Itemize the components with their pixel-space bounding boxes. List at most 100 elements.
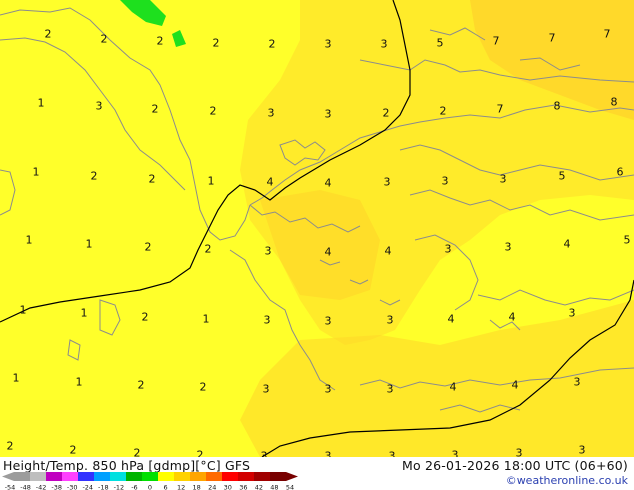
legend-tick-label: 30 [224,484,232,490]
value-label: 2 [137,378,145,392]
legend-tick-label: 0 [148,484,152,490]
value-label: 3 [386,382,394,396]
value-label: 2 [151,102,159,116]
value-label: 3 [383,175,391,189]
value-label: 3 [444,242,452,256]
value-label: 4 [384,244,392,258]
value-label: 3 [441,174,449,188]
value-label: 3 [499,172,507,186]
legend-tick-label: 24 [208,484,216,490]
value-label: 1 [85,237,93,251]
value-label: 4 [563,237,571,251]
value-label: 3 [324,37,332,51]
value-label: 3 [515,446,523,458]
value-label: 8 [610,95,618,109]
value-label: 1 [75,375,83,389]
legend-swatch [62,472,78,481]
value-label: 3 [267,106,275,120]
value-label: 3 [568,306,576,320]
value-label: 2 [6,439,14,453]
value-label: 3 [324,314,332,328]
value-label: 4 [324,176,332,190]
value-label: 2 [156,34,164,48]
value-label: 3 [324,382,332,396]
legend-swatch [110,472,126,481]
legend-tick-label: 6 [163,484,167,490]
value-label: 5 [623,233,631,247]
legend-swatch [142,472,158,481]
value-label: 2 [44,27,52,41]
legend-swatch [254,472,270,481]
legend-swatch [222,472,238,481]
value-label: 2 [100,32,108,46]
value-label: 2 [212,36,220,50]
value-label: 2 [196,448,204,458]
legend-tick-label: -18 [98,484,109,490]
value-label: 1 [202,312,210,326]
value-label: 3 [324,107,332,121]
value-label: 1 [25,233,33,247]
legend-tick-label: -48 [20,484,31,490]
legend-tick-label: -6 [131,484,137,490]
value-label: 3 [262,382,270,396]
legend-tick-label: -54 [5,484,16,490]
legend-swatch [174,472,190,481]
legend-tick-label: -24 [82,484,93,490]
value-label: 2 [141,310,149,324]
legend-swatch [78,472,94,481]
value-label: 4 [508,310,516,324]
value-label: 4 [324,245,332,259]
value-label: 2 [382,106,390,120]
valid-time: Mo 26-01-2026 18:00 UTC (06+60) [401,458,628,473]
legend-swatch [238,472,254,481]
value-label: 7 [492,34,500,48]
legend-swatch [206,472,222,481]
value-label: 4 [266,175,274,189]
value-label: 3 [264,244,272,258]
value-label: 5 [436,36,444,50]
value-label: 7 [548,31,556,45]
map-graphic [0,0,634,457]
value-label: 1 [80,306,88,320]
value-label: 3 [263,313,271,327]
value-label: 8 [553,99,561,113]
value-label: 1 [32,165,40,179]
value-label: 2 [144,240,152,254]
value-label: 2 [209,104,217,118]
value-label: 2 [439,104,447,118]
value-label: 1 [19,303,27,317]
legend-swatch [94,472,110,481]
legend-tick-label: 48 [270,484,278,490]
value-label: 1 [37,96,45,110]
legend-tick-label: 18 [193,484,201,490]
legend-swatch [270,472,286,481]
map-panel: 2 2 2 2 2 3 3 5 7 7 7 1 3 2 2 3 3 2 2 7 8 8 1 2 2 1 4 4 3 3 3 5 6 1 1 2 2 3 4 4… [0,0,634,457]
value-label: 1 [12,371,20,385]
legend-swatch [158,472,174,481]
source-credit[interactable]: ©weatheronline.co.uk [506,474,628,487]
value-label: 3 [451,448,459,458]
legend-tick-label: 54 [286,484,294,490]
legend-tick-label: -12 [114,484,125,490]
legend-swatch [126,472,142,481]
value-label: 3 [578,443,586,457]
value-label: 3 [504,240,512,254]
legend-swatch [190,472,206,481]
value-label: 2 [268,37,276,51]
value-label: 3 [380,37,388,51]
legend-tick-label: 42 [255,484,263,490]
value-label: 4 [447,312,455,326]
value-label: 1 [207,174,215,188]
value-label: 3 [95,99,103,113]
value-label: 2 [148,172,156,186]
value-label: 3 [386,313,394,327]
value-label: 2 [69,443,77,457]
legend-tick-label: -38 [51,484,62,490]
value-label: 7 [496,102,504,116]
value-label: 2 [133,446,141,458]
value-label: 3 [573,375,581,389]
legend-tick-label: 36 [239,484,247,490]
legend-swatch [30,472,46,481]
value-label: 6 [616,165,624,179]
value-label: 2 [204,242,212,256]
